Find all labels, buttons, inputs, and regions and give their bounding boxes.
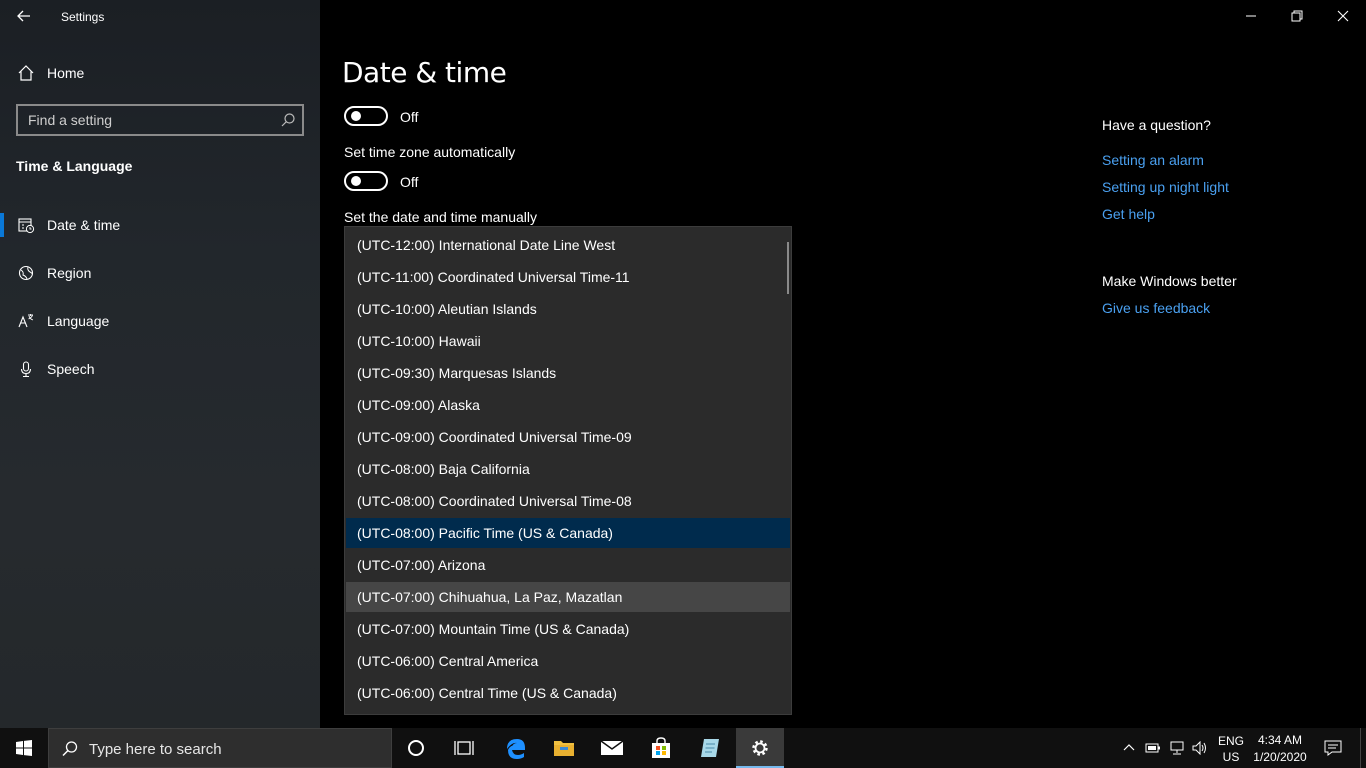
settings-taskbar-button[interactable]: [736, 728, 784, 768]
close-button[interactable]: [1320, 0, 1366, 32]
store-bag-icon: [652, 737, 670, 758]
task-view-icon: [454, 741, 474, 755]
sidebar-item-label: Date & time: [47, 217, 121, 233]
timezone-auto-label: Set time zone automatically: [344, 144, 516, 160]
nav-home[interactable]: Home: [0, 58, 320, 88]
sidebar-item-region[interactable]: Region: [0, 255, 320, 291]
volume-icon[interactable]: [1192, 741, 1208, 755]
timezone-option[interactable]: (UTC-07:00) Mountain Time (US & Canada): [346, 614, 790, 644]
window-title: Settings: [61, 10, 105, 24]
timezone-option[interactable]: (UTC-08:00) Baja California: [346, 454, 790, 484]
taskbar: Type here to search ENG US 4:34 AM 1/20/…: [0, 728, 1366, 768]
clock-date: 1/20/2020: [1253, 750, 1307, 764]
get-help-link[interactable]: Get help: [1102, 206, 1155, 222]
timezone-option[interactable]: (UTC-08:00) Coordinated Universal Time-0…: [346, 486, 790, 516]
store-button[interactable]: [637, 728, 685, 768]
taskbar-search-box[interactable]: Type here to search: [48, 728, 392, 768]
sidebar-item-label: Speech: [47, 361, 95, 377]
page-title: Date & time: [342, 56, 507, 89]
toggle-state-text: Off: [400, 174, 419, 190]
gear-icon: [752, 740, 768, 756]
timezone-option[interactable]: (UTC-07:00) Arizona: [346, 550, 790, 580]
microphone-icon: [20, 361, 32, 378]
back-button[interactable]: [14, 6, 34, 26]
start-button[interactable]: [0, 728, 48, 768]
toggle-state-text: Off: [400, 109, 419, 125]
taskbar-clock[interactable]: 4:34 AM 1/20/2020: [1252, 732, 1308, 766]
timezone-dropdown-list[interactable]: (UTC-12:00) International Date Line West…: [344, 226, 792, 715]
file-explorer-button[interactable]: [540, 728, 588, 768]
action-center-icon[interactable]: [1324, 740, 1342, 756]
timezone-option[interactable]: (UTC-09:30) Marquesas Islands: [346, 358, 790, 388]
task-view-button[interactable]: [440, 728, 488, 768]
timezone-option-selected[interactable]: (UTC-08:00) Pacific Time (US & Canada): [346, 518, 790, 548]
selection-indicator: [0, 213, 4, 237]
language-icon: [18, 314, 34, 328]
folder-icon: [554, 741, 574, 756]
notes-app-icon: [701, 739, 719, 757]
close-icon: [1337, 10, 1349, 22]
night-light-link[interactable]: Setting up night light: [1102, 179, 1229, 195]
timezone-option-hovered[interactable]: (UTC-07:00) Chihuahua, La Paz, Mazatlan: [346, 582, 790, 612]
battery-icon[interactable]: [1145, 741, 1161, 755]
app-button[interactable]: [686, 728, 734, 768]
windows-logo-icon: [16, 740, 32, 756]
nav-home-label: Home: [47, 65, 85, 81]
sidebar-item-date-time[interactable]: Date & time: [0, 207, 320, 243]
show-desktop-button[interactable]: [1360, 728, 1366, 768]
section-title: Time & Language: [16, 158, 133, 174]
timezone-option[interactable]: (UTC-06:00) Central Time (US & Canada): [346, 678, 790, 708]
make-windows-better-heading: Make Windows better: [1102, 273, 1237, 289]
toggle-knob: [351, 111, 361, 121]
show-hidden-icons-chevron-icon[interactable]: [1123, 742, 1135, 754]
taskbar-search-placeholder: Type here to search: [89, 741, 222, 758]
timezone-option[interactable]: (UTC-10:00) Aleutian Islands: [346, 294, 790, 324]
setting-alarm-link[interactable]: Setting an alarm: [1102, 152, 1204, 168]
find-setting-input[interactable]: [18, 106, 302, 134]
clock-time: 4:34 AM: [1257, 733, 1303, 747]
cortana-button[interactable]: [392, 728, 440, 768]
timezone-option[interactable]: (UTC-10:00) Hawaii: [346, 326, 790, 356]
edge-browser-icon: [507, 739, 525, 759]
back-arrow-icon: [17, 10, 30, 22]
timezone-option[interactable]: (UTC-06:00) Central America: [346, 646, 790, 676]
search-icon[interactable]: [280, 112, 296, 128]
restore-button[interactable]: [1274, 0, 1320, 32]
sidebar-item-speech[interactable]: Speech: [0, 351, 320, 387]
restore-icon: [1291, 10, 1303, 22]
lang-bottom: US: [1222, 750, 1240, 764]
minimize-button[interactable]: [1228, 0, 1274, 32]
sidebar-item-language[interactable]: Language: [0, 303, 320, 339]
have-question-heading: Have a question?: [1102, 117, 1211, 133]
search-icon: [62, 741, 78, 757]
input-language-indicator[interactable]: ENG US: [1218, 733, 1244, 765]
give-feedback-link[interactable]: Give us feedback: [1102, 300, 1210, 316]
sidebar-item-label: Language: [47, 313, 110, 329]
sidebar-item-label: Region: [47, 265, 92, 281]
home-icon: [18, 65, 34, 81]
set-time-auto-toggle[interactable]: [344, 106, 388, 126]
sidebar: Settings Home Time & Language Date & tim…: [0, 0, 320, 728]
timezone-option[interactable]: (UTC-11:00) Coordinated Universal Time-1…: [346, 262, 790, 292]
cortana-icon: [408, 740, 424, 756]
timezone-option[interactable]: (UTC-09:00) Alaska: [346, 390, 790, 420]
mail-button[interactable]: [588, 728, 636, 768]
timezone-option[interactable]: (UTC-09:00) Coordinated Universal Time-0…: [346, 422, 790, 452]
dropdown-scrollbar[interactable]: [787, 242, 789, 294]
timezone-option[interactable]: (UTC-12:00) International Date Line West: [346, 230, 790, 260]
network-icon[interactable]: [1169, 741, 1185, 755]
set-timezone-auto-toggle[interactable]: [344, 171, 388, 191]
lang-top: ENG: [1218, 734, 1245, 748]
manual-date-time-label: Set the date and time manually: [344, 209, 538, 225]
edge-button[interactable]: [492, 728, 540, 768]
mail-icon: [600, 740, 624, 755]
toggle-knob: [351, 176, 361, 186]
minimize-icon: [1246, 15, 1256, 17]
globe-icon: [18, 265, 34, 281]
calendar-clock-icon: [18, 218, 35, 234]
find-setting-search[interactable]: [16, 104, 304, 136]
